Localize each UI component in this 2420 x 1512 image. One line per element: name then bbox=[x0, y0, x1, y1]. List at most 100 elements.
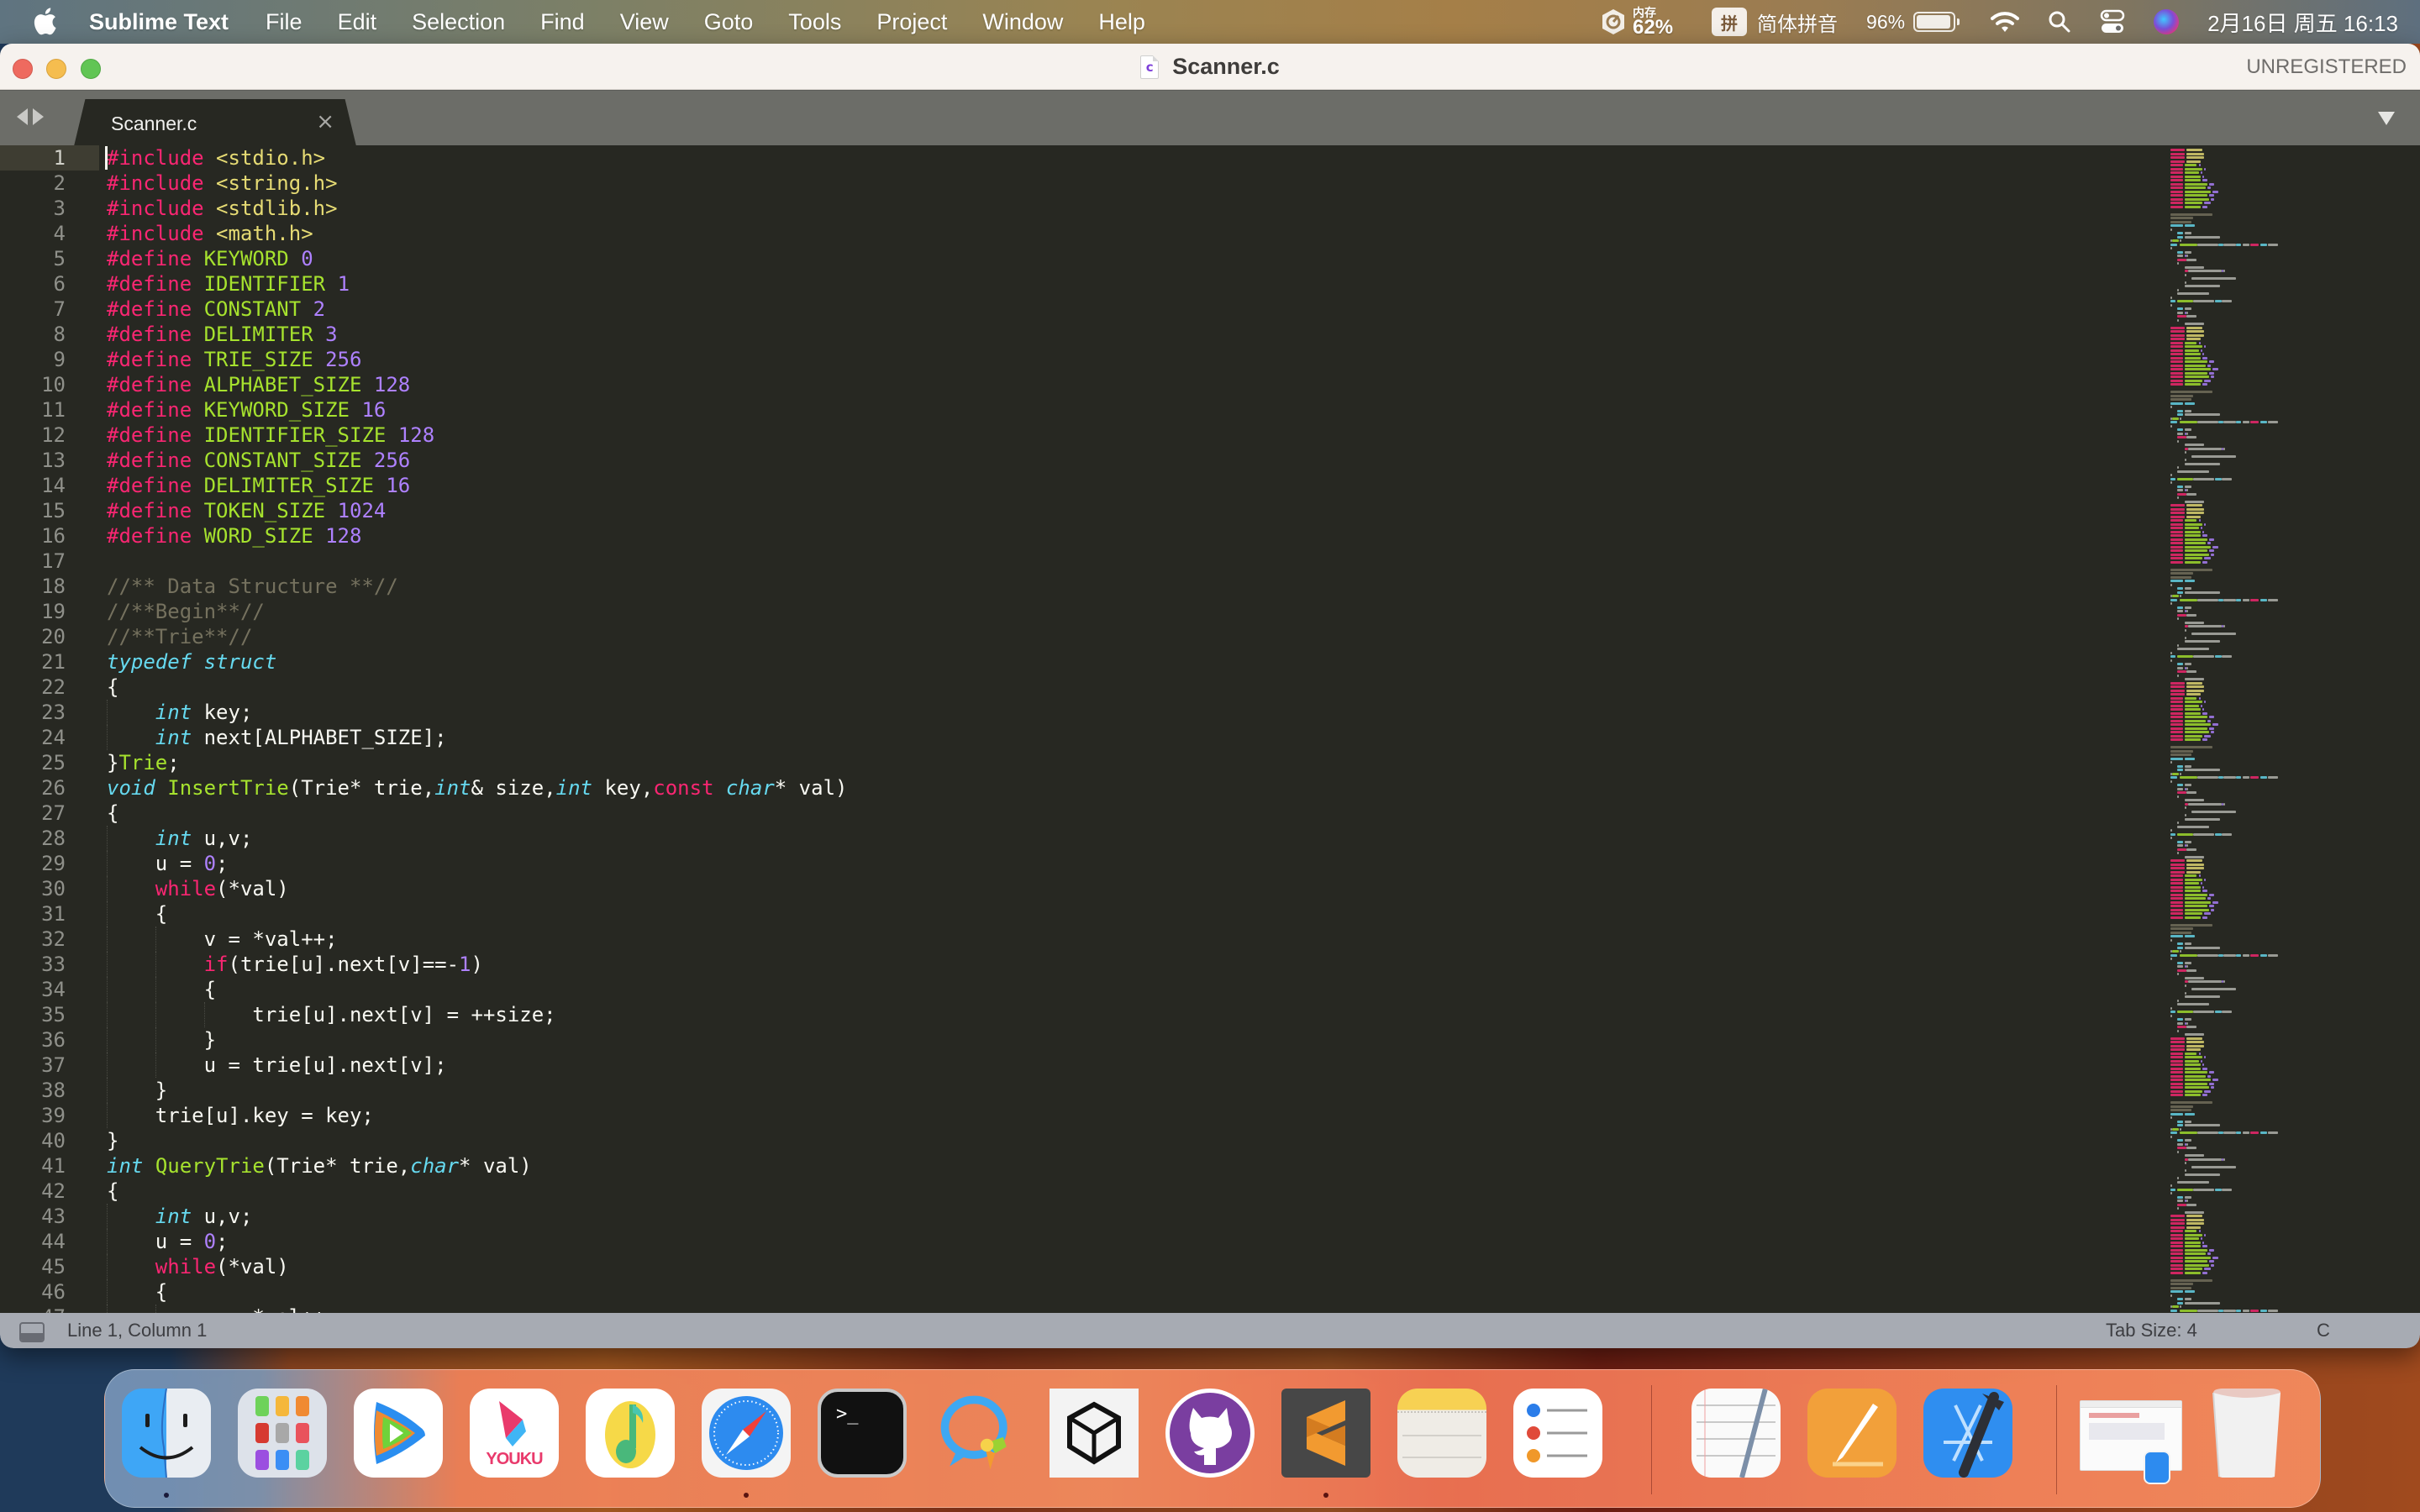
menu-help[interactable]: Help bbox=[1098, 9, 1145, 35]
code-line[interactable]: if(trie[u].next[v]==-1) bbox=[107, 952, 2157, 977]
code-line[interactable]: u = trie[u].next[v]; bbox=[107, 1053, 2157, 1078]
code-line[interactable]: #include <stdlib.h> bbox=[107, 196, 2157, 221]
dock-terminal[interactable]: >_ bbox=[818, 1389, 907, 1478]
code-line[interactable]: #define CONSTANT_SIZE 256 bbox=[107, 448, 2157, 473]
dock-sublime-text[interactable] bbox=[1281, 1389, 1370, 1478]
code-line[interactable]: { bbox=[107, 1179, 2157, 1204]
battery-status[interactable]: 96% bbox=[1866, 11, 1960, 34]
code-line[interactable]: { bbox=[107, 901, 2157, 927]
code-line[interactable]: while(*val) bbox=[107, 876, 2157, 901]
menu-window[interactable]: Window bbox=[982, 9, 1063, 35]
code-line[interactable]: int QueryTrie(Trie* trie,char* val) bbox=[107, 1153, 2157, 1179]
dock-launchpad[interactable] bbox=[238, 1389, 327, 1478]
code-line[interactable]: #define DELIMITER_SIZE 16 bbox=[107, 473, 2157, 498]
code-line[interactable]: #define TRIE_SIZE 256 bbox=[107, 347, 2157, 372]
code-line[interactable]: while(*val) bbox=[107, 1254, 2157, 1279]
code-line[interactable]: //**Begin**// bbox=[107, 599, 2157, 624]
dock-qq-music[interactable] bbox=[586, 1389, 675, 1478]
tab-scanner-c[interactable]: Scanner.c × bbox=[74, 99, 356, 146]
previous-tab-icon[interactable] bbox=[17, 108, 28, 125]
code-text-area[interactable]: #include <stdio.h> #include <string.h> #in… bbox=[105, 145, 2157, 1313]
code-line[interactable]: typedef struct bbox=[107, 649, 2157, 675]
close-tab-icon[interactable]: × bbox=[316, 109, 334, 134]
code-line[interactable]: #include <stdio.h> bbox=[105, 145, 2157, 171]
code-line[interactable]: int next[ALPHABET_SIZE]; bbox=[107, 725, 2157, 750]
dock-notes[interactable] bbox=[1397, 1389, 1486, 1478]
menu-find[interactable]: Find bbox=[540, 9, 585, 35]
code-line[interactable]: } bbox=[107, 1027, 2157, 1053]
code-line[interactable]: //**Trie**// bbox=[107, 624, 2157, 649]
menu-file[interactable]: File bbox=[266, 9, 302, 35]
code-line[interactable]: #define ALPHABET_SIZE 128 bbox=[107, 372, 2157, 397]
memory-monitor[interactable]: 内存 62% bbox=[1601, 7, 1673, 38]
code-line[interactable]: } bbox=[107, 1078, 2157, 1103]
dock-chat-app[interactable] bbox=[934, 1389, 1023, 1478]
siri-icon[interactable] bbox=[2154, 9, 2180, 34]
code-line[interactable]: #define KEYWORD 0 bbox=[107, 246, 2157, 271]
menu-goto[interactable]: Goto bbox=[704, 9, 754, 35]
minimap[interactable] bbox=[2164, 145, 2420, 1313]
dock-tencent-video[interactable] bbox=[354, 1389, 443, 1478]
menu-view[interactable]: View bbox=[620, 9, 669, 35]
menu-edit[interactable]: Edit bbox=[338, 9, 377, 35]
code-line[interactable]: { bbox=[107, 801, 2157, 826]
title-bar[interactable]: c Scanner.c UNREGISTERED bbox=[0, 44, 2420, 90]
dock-youku[interactable]: YOUKU bbox=[470, 1389, 559, 1478]
dock-reminders[interactable] bbox=[1513, 1389, 1602, 1478]
tab-list-dropdown-icon[interactable] bbox=[2378, 112, 2395, 125]
menu-selection[interactable]: Selection bbox=[412, 9, 505, 35]
code-line[interactable] bbox=[107, 549, 2157, 574]
code-line[interactable]: u = 0; bbox=[107, 1229, 2157, 1254]
dock-safari[interactable] bbox=[702, 1389, 791, 1478]
menu-project[interactable]: Project bbox=[876, 9, 947, 35]
cursor-position[interactable]: Line 1, Column 1 bbox=[67, 1313, 207, 1348]
dock-textedit[interactable] bbox=[1691, 1389, 1781, 1478]
code-line[interactable]: #define CONSTANT 2 bbox=[107, 297, 2157, 322]
panel-toggle-icon[interactable] bbox=[19, 1322, 45, 1342]
code-line[interactable]: int u,v; bbox=[107, 1204, 2157, 1229]
code-line[interactable]: u = 0; bbox=[107, 851, 2157, 876]
code-line[interactable]: v = *val++; bbox=[107, 927, 2157, 952]
menu-tools[interactable]: Tools bbox=[788, 9, 841, 35]
code-line[interactable]: { bbox=[107, 675, 2157, 700]
next-tab-icon[interactable] bbox=[33, 108, 44, 125]
apple-logo-icon[interactable] bbox=[32, 6, 57, 36]
wifi-icon[interactable] bbox=[1991, 10, 2020, 34]
syntax-selector[interactable]: C bbox=[2317, 1313, 2330, 1348]
tab-size-setting[interactable]: Tab Size: 4 bbox=[2106, 1313, 2197, 1348]
code-line[interactable]: #define IDENTIFIER 1 bbox=[107, 271, 2157, 297]
code-line[interactable]: #define IDENTIFIER_SIZE 128 bbox=[107, 423, 2157, 448]
code-line[interactable]: #define KEYWORD_SIZE 16 bbox=[107, 397, 2157, 423]
code-line[interactable]: #define DELIMITER 3 bbox=[107, 322, 2157, 347]
dock-unity-hub[interactable] bbox=[1050, 1389, 1139, 1478]
dock-xcode[interactable] bbox=[1923, 1389, 2012, 1478]
code-line[interactable]: #include <math.h> bbox=[107, 221, 2157, 246]
minimap-segment bbox=[2170, 746, 2213, 748]
dock-pages[interactable] bbox=[1807, 1389, 1897, 1478]
code-line[interactable]: #define TOKEN_SIZE 1024 bbox=[107, 498, 2157, 523]
dock-trash[interactable] bbox=[2202, 1389, 2291, 1478]
menu-clock[interactable]: 2月16日 周五 16:13 bbox=[2207, 7, 2398, 38]
code-line[interactable]: trie[u].next[v] = ++size; bbox=[107, 1002, 2157, 1027]
code-line[interactable]: int key; bbox=[107, 700, 2157, 725]
code-line[interactable]: int u,v; bbox=[107, 826, 2157, 851]
code-line[interactable]: } bbox=[107, 1128, 2157, 1153]
dock-github-desktop[interactable] bbox=[1165, 1389, 1255, 1478]
code-line[interactable]: void InsertTrie(Trie* trie,int& size,int… bbox=[107, 775, 2157, 801]
code-editor[interactable]: 1 2 3 4 5 6 7 8 9 10 11 12 13 14 15 16 17 18 19 20 21 22 23 24 2… bbox=[0, 145, 2420, 1313]
code-line[interactable]: { bbox=[107, 1279, 2157, 1305]
spotlight-search-icon[interactable] bbox=[2048, 10, 2071, 34]
code-line[interactable]: trie[u].key = key; bbox=[107, 1103, 2157, 1128]
code-line[interactable]: //** Data Structure **// bbox=[107, 574, 2157, 599]
minimap-segment bbox=[2184, 628, 2186, 632]
dock-safari-window[interactable] bbox=[2080, 1389, 2182, 1484]
code-line[interactable]: #include <string.h> bbox=[107, 171, 2157, 196]
menu-app-name[interactable]: Sublime Text bbox=[89, 9, 229, 35]
code-line[interactable]: v = *val++; bbox=[107, 1305, 2157, 1313]
code-line[interactable]: }Trie; bbox=[107, 750, 2157, 775]
code-line[interactable]: { bbox=[107, 977, 2157, 1002]
input-method-menu[interactable]: 拼 简体拼音 bbox=[1712, 8, 1838, 37]
control-center-icon[interactable] bbox=[2100, 9, 2125, 34]
dock-finder[interactable] bbox=[122, 1389, 211, 1478]
code-line[interactable]: #define WORD_SIZE 128 bbox=[107, 523, 2157, 549]
